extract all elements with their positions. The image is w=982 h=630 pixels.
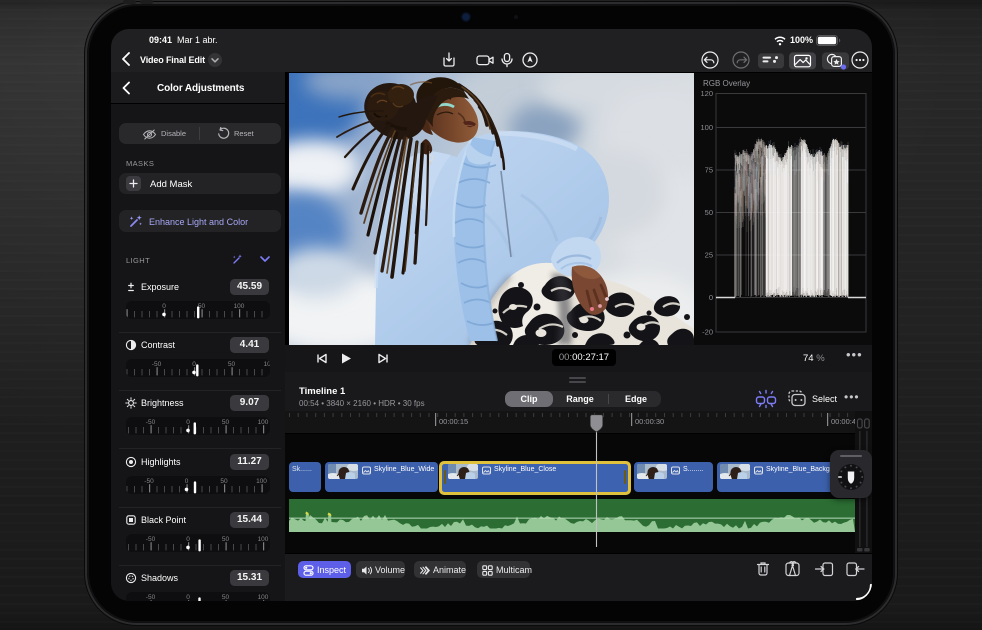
svg-text:100: 100 bbox=[258, 536, 269, 543]
svg-text:-50: -50 bbox=[146, 594, 156, 601]
svg-text:50: 50 bbox=[220, 478, 228, 485]
svg-text:0: 0 bbox=[186, 536, 190, 543]
svg-text:50: 50 bbox=[222, 536, 230, 543]
svg-text:0: 0 bbox=[162, 303, 166, 310]
svg-text:-20: -20 bbox=[702, 328, 713, 337]
svg-text:50: 50 bbox=[228, 361, 236, 368]
svg-text:0: 0 bbox=[186, 419, 190, 426]
svg-text:-50: -50 bbox=[152, 361, 162, 368]
svg-text:75: 75 bbox=[705, 166, 713, 175]
svg-text:RGB Overlay: RGB Overlay bbox=[703, 79, 750, 88]
svg-text:-50: -50 bbox=[146, 419, 156, 426]
svg-text:0: 0 bbox=[185, 478, 189, 485]
svg-text:50: 50 bbox=[222, 419, 230, 426]
svg-text:50: 50 bbox=[222, 594, 230, 601]
svg-text:100: 100 bbox=[256, 478, 267, 485]
svg-text:-50: -50 bbox=[144, 478, 154, 485]
svg-text:50: 50 bbox=[705, 208, 713, 217]
svg-text:120: 120 bbox=[700, 89, 713, 98]
svg-text:0: 0 bbox=[186, 594, 190, 601]
svg-text:00:00:30: 00:00:30 bbox=[635, 417, 664, 426]
svg-text:100: 100 bbox=[258, 594, 269, 601]
svg-text:100: 100 bbox=[264, 361, 270, 368]
svg-text:100: 100 bbox=[700, 123, 713, 132]
svg-text:25: 25 bbox=[705, 251, 713, 260]
svg-text:100: 100 bbox=[234, 303, 245, 310]
svg-text:0: 0 bbox=[192, 361, 196, 368]
svg-text:-50: -50 bbox=[146, 536, 156, 543]
svg-text:0: 0 bbox=[709, 293, 713, 302]
svg-text:00:00:15: 00:00:15 bbox=[439, 417, 468, 426]
svg-text:100: 100 bbox=[258, 419, 269, 426]
